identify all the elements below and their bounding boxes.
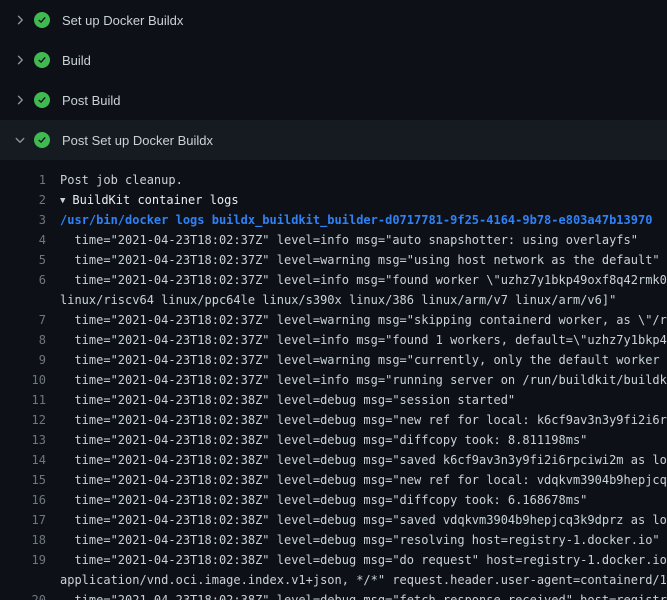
log-row: 9 time="2021-04-23T18:02:37Z" level=warn… [0, 350, 667, 370]
log-row: 16 time="2021-04-23T18:02:38Z" level=deb… [0, 490, 667, 510]
line-number[interactable]: 9 [0, 350, 46, 370]
line-number[interactable]: 8 [0, 330, 46, 350]
chevron-down-icon [12, 132, 28, 148]
log-row: 6 time="2021-04-23T18:02:37Z" level=info… [0, 270, 667, 290]
step-label: Build [62, 53, 91, 68]
log-row: 11 time="2021-04-23T18:02:38Z" level=deb… [0, 390, 667, 410]
log-text: ▼ BuildKit container logs [60, 190, 239, 210]
line-number[interactable]: 14 [0, 450, 46, 470]
log-group-row[interactable]: 2 ▼ BuildKit container logs [0, 190, 667, 210]
line-number[interactable]: 5 [0, 250, 46, 270]
line-number[interactable]: 15 [0, 470, 46, 490]
success-check-icon [34, 132, 50, 148]
line-number[interactable]: 2 [0, 190, 46, 210]
log-text: time="2021-04-23T18:02:37Z" level=warnin… [60, 250, 660, 270]
log-row: 7 time="2021-04-23T18:02:37Z" level=warn… [0, 310, 667, 330]
log-text: time="2021-04-23T18:02:37Z" level=info m… [60, 230, 638, 250]
line-number[interactable]: 18 [0, 530, 46, 550]
log-text: time="2021-04-23T18:02:37Z" level=warnin… [60, 350, 667, 370]
step-header-setup-docker-buildx[interactable]: Set up Docker Buildx [0, 0, 667, 40]
log-text: time="2021-04-23T18:02:37Z" level=info m… [60, 270, 667, 290]
log-text: application/vnd.oci.image.index.v1+json,… [60, 570, 667, 590]
line-number[interactable]: 20 [0, 590, 46, 600]
log-text: /usr/bin/docker logs buildx_buildkit_bui… [60, 210, 652, 230]
success-check-icon [34, 52, 50, 68]
chevron-right-icon [12, 92, 28, 108]
line-number[interactable]: 11 [0, 390, 46, 410]
chevron-right-icon [12, 52, 28, 68]
line-number[interactable]: 12 [0, 410, 46, 430]
group-title: BuildKit container logs [72, 193, 238, 207]
line-number[interactable]: 4 [0, 230, 46, 250]
log-row: 8 time="2021-04-23T18:02:37Z" level=info… [0, 330, 667, 350]
log-text: time="2021-04-23T18:02:38Z" level=debug … [60, 430, 587, 450]
log-text: Post job cleanup. [60, 170, 183, 190]
line-number[interactable] [0, 290, 46, 310]
log-text: time="2021-04-23T18:02:38Z" level=debug … [60, 390, 515, 410]
line-number[interactable]: 17 [0, 510, 46, 530]
step-header-build[interactable]: Build [0, 40, 667, 80]
step-header-post-setup-docker-buildx[interactable]: Post Set up Docker Buildx [0, 120, 667, 160]
line-number[interactable]: 10 [0, 370, 46, 390]
step-label: Post Build [62, 93, 121, 108]
log-row: 14 time="2021-04-23T18:02:38Z" level=deb… [0, 450, 667, 470]
log-text: time="2021-04-23T18:02:38Z" level=debug … [60, 490, 587, 510]
log-row: 13 time="2021-04-23T18:02:38Z" level=deb… [0, 430, 667, 450]
log-text: time="2021-04-23T18:02:38Z" level=debug … [60, 550, 667, 570]
log-text: time="2021-04-23T18:02:38Z" level=debug … [60, 450, 667, 470]
log-row: 20 time="2021-04-23T18:02:38Z" level=deb… [0, 590, 667, 600]
log-row: 19 time="2021-04-23T18:02:38Z" level=deb… [0, 550, 667, 570]
log-text: time="2021-04-23T18:02:37Z" level=warnin… [60, 310, 667, 330]
log-text: time="2021-04-23T18:02:38Z" level=debug … [60, 410, 667, 430]
log-row: 15 time="2021-04-23T18:02:38Z" level=deb… [0, 470, 667, 490]
log-text: time="2021-04-23T18:02:38Z" level=debug … [60, 590, 667, 600]
log-row: linux/riscv64 linux/ppc64le linux/s390x … [0, 290, 667, 310]
log-row: 18 time="2021-04-23T18:02:38Z" level=deb… [0, 530, 667, 550]
log-text: time="2021-04-23T18:02:38Z" level=debug … [60, 510, 667, 530]
line-number[interactable]: 19 [0, 550, 46, 570]
log-row: 17 time="2021-04-23T18:02:38Z" level=deb… [0, 510, 667, 530]
log-row: 4 time="2021-04-23T18:02:37Z" level=info… [0, 230, 667, 250]
log-text: time="2021-04-23T18:02:37Z" level=info m… [60, 330, 667, 350]
group-toggle-icon[interactable]: ▼ [60, 196, 65, 206]
log-text: time="2021-04-23T18:02:38Z" level=debug … [60, 530, 660, 550]
log-row: 12 time="2021-04-23T18:02:38Z" level=deb… [0, 410, 667, 430]
step-label: Post Set up Docker Buildx [62, 133, 213, 148]
log-viewer: 1 Post job cleanup. 2 ▼ BuildKit containe… [0, 160, 667, 600]
log-row: 3 /usr/bin/docker logs buildx_buildkit_b… [0, 210, 667, 230]
log-row: 1 Post job cleanup. [0, 170, 667, 190]
line-number[interactable] [0, 570, 46, 590]
success-check-icon [34, 92, 50, 108]
log-text: linux/riscv64 linux/ppc64le linux/s390x … [60, 290, 616, 310]
log-text: time="2021-04-23T18:02:37Z" level=info m… [60, 370, 667, 390]
line-number[interactable]: 3 [0, 210, 46, 230]
line-number[interactable]: 13 [0, 430, 46, 450]
step-header-post-build[interactable]: Post Build [0, 80, 667, 120]
log-row: 10 time="2021-04-23T18:02:37Z" level=inf… [0, 370, 667, 390]
log-text: time="2021-04-23T18:02:38Z" level=debug … [60, 470, 667, 490]
line-number[interactable]: 1 [0, 170, 46, 190]
chevron-right-icon [12, 12, 28, 28]
line-number[interactable]: 6 [0, 270, 46, 290]
log-row: application/vnd.oci.image.index.v1+json,… [0, 570, 667, 590]
line-number[interactable]: 7 [0, 310, 46, 330]
log-row: 5 time="2021-04-23T18:02:37Z" level=warn… [0, 250, 667, 270]
line-number[interactable]: 16 [0, 490, 46, 510]
success-check-icon [34, 12, 50, 28]
step-label: Set up Docker Buildx [62, 13, 183, 28]
workflow-log-page: Set up Docker Buildx Build Post Build Po… [0, 0, 667, 600]
